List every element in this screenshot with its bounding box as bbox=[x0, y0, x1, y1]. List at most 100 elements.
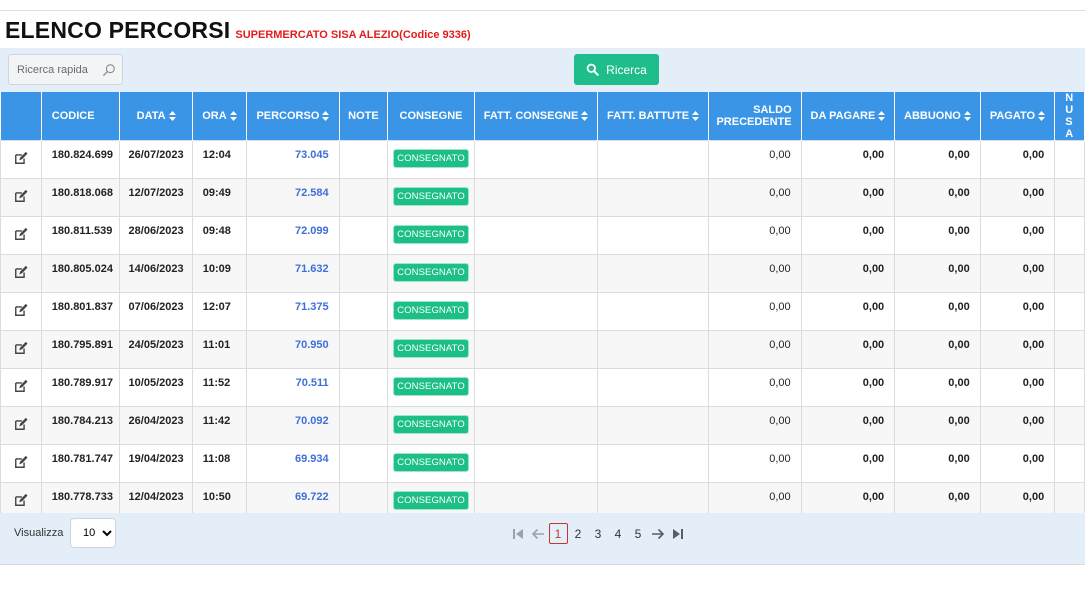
table-row: 180.805.024 14/06/2023 10:09 71.632 CONS… bbox=[0, 254, 1085, 293]
cell-pagato: 0,00 bbox=[979, 216, 1056, 255]
cell-data: 12/07/2023 bbox=[119, 178, 193, 217]
previous-page-button[interactable] bbox=[528, 523, 548, 544]
cell-data: 28/06/2023 bbox=[119, 216, 193, 255]
edit-icon[interactable] bbox=[14, 493, 28, 507]
edit-icon[interactable] bbox=[14, 189, 28, 203]
cell-da-pagare: 0,00 bbox=[800, 444, 896, 483]
routes-table: CODICE DATA ORA PERCORSO NOTE CONSEGNE F… bbox=[0, 92, 1085, 521]
edit-icon[interactable] bbox=[14, 227, 28, 241]
first-page-button[interactable] bbox=[508, 523, 528, 544]
cell-fatt-consegne bbox=[473, 140, 599, 179]
edit-icon[interactable] bbox=[14, 341, 28, 355]
edit-icon[interactable] bbox=[14, 417, 28, 431]
cell-percorso-link[interactable]: 71.632 bbox=[246, 254, 340, 293]
cell-fatt-battute bbox=[597, 292, 709, 331]
edit-cell[interactable] bbox=[0, 216, 42, 255]
cell-percorso-link[interactable]: 71.375 bbox=[246, 292, 340, 331]
edit-cell[interactable] bbox=[0, 406, 42, 445]
next-page-button[interactable] bbox=[648, 523, 668, 544]
cell-consegne: CONSEGNATO bbox=[387, 444, 475, 483]
column-header-actions bbox=[0, 92, 42, 141]
table-footer: Visualizza 10 1 2 3 4 5 bbox=[0, 513, 1085, 565]
column-header-abbuono[interactable]: ABBUONO bbox=[894, 92, 981, 141]
cell-data: 26/07/2023 bbox=[119, 140, 193, 179]
status-badge: CONSEGNATO bbox=[393, 491, 469, 510]
cell-da-pagare: 0,00 bbox=[800, 254, 896, 293]
edit-cell[interactable] bbox=[0, 254, 42, 293]
column-header-fatt-battute[interactable]: FATT. BATTUTE bbox=[597, 92, 709, 141]
cell-truncated bbox=[1054, 330, 1085, 369]
edit-icon[interactable] bbox=[14, 151, 28, 165]
page-1-button[interactable]: 1 bbox=[548, 523, 568, 544]
quick-search-box[interactable] bbox=[8, 54, 123, 85]
cell-abbuono: 0,00 bbox=[894, 254, 981, 293]
column-header-ora[interactable]: ORA bbox=[192, 92, 248, 141]
cell-percorso-link[interactable]: 73.045 bbox=[246, 140, 340, 179]
status-badge: CONSEGNATO bbox=[393, 263, 469, 282]
cell-percorso-link[interactable]: 70.092 bbox=[246, 406, 340, 445]
edit-cell[interactable] bbox=[0, 330, 42, 369]
edit-cell[interactable] bbox=[0, 444, 42, 483]
cell-note bbox=[338, 292, 389, 331]
sort-icon bbox=[322, 111, 330, 122]
cell-pagato: 0,00 bbox=[979, 368, 1056, 407]
sort-icon bbox=[692, 111, 700, 122]
column-header-note: NOTE bbox=[339, 92, 389, 141]
first-page-icon bbox=[513, 528, 523, 539]
page-header: ELENCO PERCORSI SUPERMERCATO SISA ALEZIO… bbox=[5, 17, 471, 44]
page-2-button[interactable]: 2 bbox=[569, 523, 588, 544]
page-title: ELENCO PERCORSI bbox=[5, 17, 231, 43]
cell-consegne: CONSEGNATO bbox=[387, 216, 475, 255]
cell-fatt-battute bbox=[597, 406, 709, 445]
cell-truncated bbox=[1054, 178, 1085, 217]
search-button[interactable]: Ricerca bbox=[574, 54, 659, 85]
cell-fatt-battute bbox=[597, 254, 709, 293]
quick-search-input[interactable] bbox=[9, 55, 101, 84]
edit-cell[interactable] bbox=[0, 368, 42, 407]
cell-saldo-precedente: 0,00 bbox=[707, 178, 802, 217]
cell-pagato: 0,00 bbox=[979, 406, 1056, 445]
edit-icon[interactable] bbox=[14, 303, 28, 317]
column-header-codice[interactable]: CODICE bbox=[41, 92, 121, 141]
column-header-da-pagare[interactable]: DA PAGARE bbox=[801, 92, 896, 141]
column-header-data[interactable]: DATA bbox=[119, 92, 193, 141]
cell-percorso-link[interactable]: 72.584 bbox=[246, 178, 340, 217]
cell-data: 14/06/2023 bbox=[119, 254, 193, 293]
pagination: 1 2 3 4 5 bbox=[508, 523, 688, 544]
cell-percorso-link[interactable]: 72.099 bbox=[246, 216, 340, 255]
cell-saldo-precedente: 0,00 bbox=[707, 330, 802, 369]
edit-cell[interactable] bbox=[0, 292, 42, 331]
page-4-button[interactable]: 4 bbox=[609, 523, 628, 544]
cell-da-pagare: 0,00 bbox=[800, 368, 896, 407]
edit-cell[interactable] bbox=[0, 140, 42, 179]
column-header-percorso[interactable]: PERCORSO bbox=[246, 92, 340, 141]
edit-cell[interactable] bbox=[0, 178, 42, 217]
sort-icon bbox=[168, 111, 176, 122]
cell-pagato: 0,00 bbox=[979, 330, 1056, 369]
cell-note bbox=[338, 254, 389, 293]
status-badge: CONSEGNATO bbox=[393, 301, 469, 320]
column-header-pagato[interactable]: PAGATO bbox=[980, 92, 1056, 141]
cell-codice: 180.811.539 bbox=[40, 216, 121, 255]
cell-percorso-link[interactable]: 70.511 bbox=[246, 368, 340, 407]
page-5-button[interactable]: 5 bbox=[629, 523, 648, 544]
cell-fatt-battute bbox=[597, 444, 709, 483]
last-page-button[interactable] bbox=[668, 523, 688, 544]
cell-percorso-link[interactable]: 70.950 bbox=[246, 330, 340, 369]
cell-da-pagare: 0,00 bbox=[800, 178, 896, 217]
cell-da-pagare: 0,00 bbox=[800, 216, 896, 255]
cell-note bbox=[338, 178, 389, 217]
page-3-button[interactable]: 3 bbox=[589, 523, 608, 544]
cell-ora: 09:49 bbox=[191, 178, 248, 217]
edit-icon[interactable] bbox=[14, 379, 28, 393]
cell-fatt-battute bbox=[597, 368, 709, 407]
magnifier-icon[interactable] bbox=[102, 63, 116, 77]
page-size-select[interactable]: 10 bbox=[70, 518, 116, 548]
edit-icon[interactable] bbox=[14, 455, 28, 469]
column-header-fatt-consegne[interactable]: FATT. CONSEGNE bbox=[474, 92, 599, 141]
cell-percorso-link[interactable]: 69.934 bbox=[246, 444, 340, 483]
cell-data: 19/04/2023 bbox=[119, 444, 193, 483]
cell-data: 07/06/2023 bbox=[119, 292, 193, 331]
edit-icon[interactable] bbox=[14, 265, 28, 279]
cell-codice: 180.781.747 bbox=[40, 444, 121, 483]
